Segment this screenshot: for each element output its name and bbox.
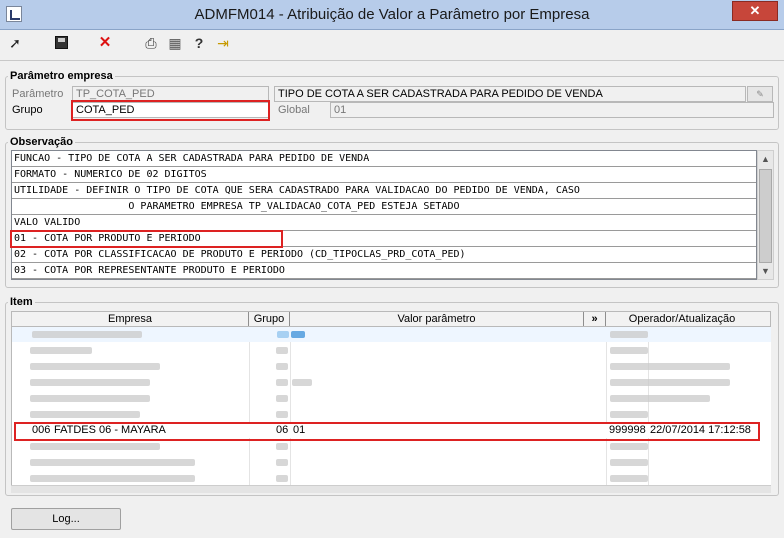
obs-scrollbar[interactable]: ▲ ▼ bbox=[757, 150, 774, 280]
data-cell: 22/07/2014 17:12:58 bbox=[650, 424, 751, 436]
item-hscrollbar[interactable] bbox=[11, 485, 771, 493]
help-icon[interactable]: ? bbox=[190, 34, 208, 52]
table-row[interactable] bbox=[12, 439, 771, 454]
item-group-title: Item bbox=[10, 296, 33, 308]
table-row[interactable] bbox=[12, 375, 771, 390]
empresa-code: 006 bbox=[32, 424, 51, 436]
obs-line: VALO VALIDO bbox=[12, 215, 756, 231]
obs-line: FORMATO - NUMERICO DE 02 DIGITOS bbox=[12, 167, 756, 183]
delete-icon[interactable]: ✕ bbox=[96, 34, 114, 52]
grupo-label: Grupo bbox=[12, 104, 43, 116]
table-row[interactable] bbox=[12, 391, 771, 406]
table-row[interactable] bbox=[12, 359, 771, 374]
operador-cell: 999998 bbox=[609, 424, 646, 436]
toolbar-divider bbox=[0, 60, 784, 61]
title-bar: ADMFM014 - Atribuição de Valor a Parâmet… bbox=[0, 0, 784, 30]
obs-line: O PARAMETRO EMPRESA TP_VALIDACAO_COTA_PE… bbox=[12, 199, 756, 215]
obs-line: UTILIDADE - DEFINIR O TIPO DE COTA QUE S… bbox=[12, 183, 756, 199]
empresa-name: FATDES 06 - MAYARA bbox=[54, 424, 166, 436]
col-empresa[interactable]: Empresa bbox=[12, 312, 249, 326]
obs-line: FUNCAO - TIPO DE COTA A SER CADASTRADA P… bbox=[12, 151, 756, 167]
parametro-description-field: TIPO DE COTA A SER CADASTRADA PARA PEDID… bbox=[274, 86, 746, 102]
col-operador[interactable]: Operador/Atualização bbox=[606, 312, 758, 326]
close-button[interactable]: ✕ bbox=[732, 1, 778, 21]
table-row[interactable] bbox=[12, 327, 771, 342]
expand-button[interactable]: » bbox=[584, 312, 606, 326]
obs-textarea[interactable]: FUNCAO - TIPO DE COTA A SER CADASTRADA P… bbox=[11, 150, 757, 280]
log-button[interactable]: Log... bbox=[11, 508, 121, 530]
table-row[interactable] bbox=[12, 471, 771, 486]
grid-icon[interactable]: ▦ bbox=[166, 34, 184, 52]
col-grupo[interactable]: Grupo bbox=[249, 312, 290, 326]
parametro-label: Parâmetro bbox=[12, 88, 64, 100]
obs-line: 02 - COTA POR CLASSIFICACAO DE PRODUTO E… bbox=[12, 247, 756, 263]
scroll-thumb[interactable] bbox=[759, 169, 772, 263]
global-field[interactable]: 01 bbox=[330, 102, 774, 118]
valor-cell[interactable]: 01 bbox=[293, 423, 305, 438]
item-grid[interactable]: 006 FATDES 06 - MAYARA 06 01 999998 22/0… bbox=[11, 327, 771, 492]
bookmark-icon[interactable]: ✎ bbox=[747, 86, 773, 102]
grupo-field[interactable]: COTA_PED bbox=[72, 102, 269, 118]
obs-line: 01 - COTA POR PRODUTO E PERIODO bbox=[12, 231, 756, 247]
table-row[interactable] bbox=[12, 343, 771, 358]
scroll-up-icon[interactable]: ▲ bbox=[758, 151, 773, 167]
table-row[interactable] bbox=[12, 407, 771, 422]
obs-line: 03 - COTA POR REPRESENTANTE PRODUTO E PE… bbox=[12, 263, 756, 279]
exit-icon[interactable]: ⇥ bbox=[214, 34, 232, 52]
grupo-cell: 06 bbox=[276, 424, 289, 436]
save-icon[interactable] bbox=[52, 34, 70, 52]
item-grid-header: Empresa Grupo Valor parâmetro » Operador… bbox=[11, 311, 771, 327]
param-group-title: Parâmetro empresa bbox=[10, 70, 113, 82]
toolbar: ➚ ✕ ⎙ ▦ ? ⇥ bbox=[0, 31, 784, 55]
table-row-selected[interactable]: 006 FATDES 06 - MAYARA 06 01 999998 22/0… bbox=[12, 423, 771, 438]
obs-group-title: Observação bbox=[10, 136, 73, 148]
col-valor[interactable]: Valor parâmetro bbox=[290, 312, 584, 326]
window-title: ADMFM014 - Atribuição de Valor a Parâmet… bbox=[194, 6, 590, 23]
table-row[interactable] bbox=[12, 455, 771, 470]
print-icon[interactable]: ⎙ bbox=[142, 34, 160, 52]
scroll-down-icon[interactable]: ▼ bbox=[758, 263, 773, 279]
global-label: Global bbox=[278, 104, 310, 116]
parametro-field[interactable]: TP_COTA_PED bbox=[72, 86, 269, 102]
navigate-icon[interactable]: ➚ bbox=[6, 34, 24, 52]
